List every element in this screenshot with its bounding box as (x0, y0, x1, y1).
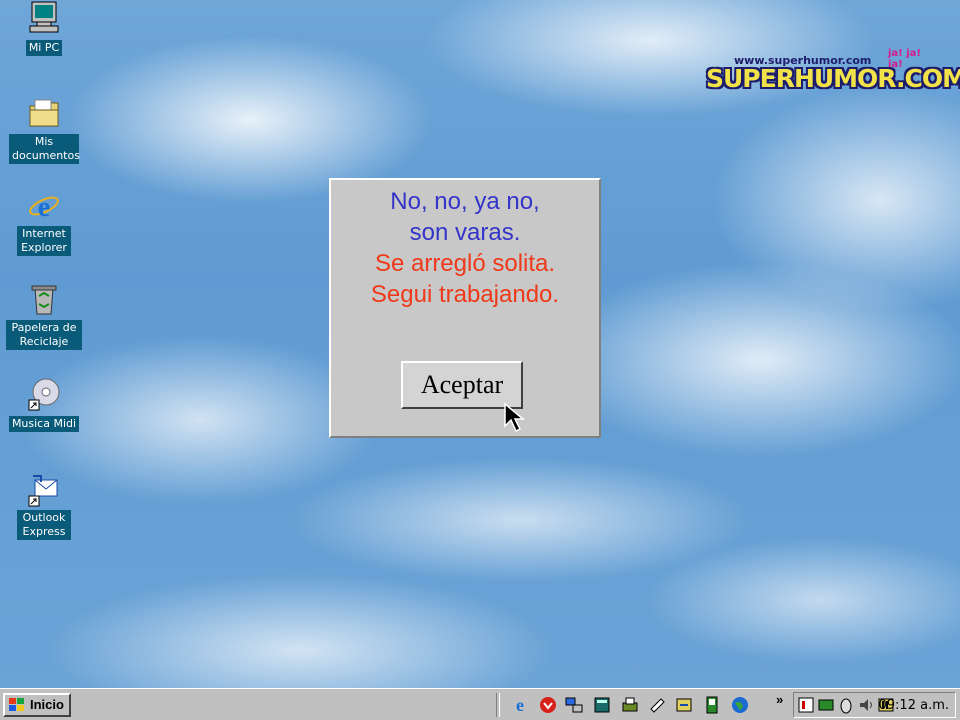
calculator-icon[interactable] (592, 695, 612, 715)
wizard-icon[interactable] (674, 695, 694, 715)
cd-shortcut-icon (28, 378, 60, 411)
network-icon[interactable] (564, 695, 584, 715)
globe-icon[interactable] (730, 695, 750, 715)
start-button[interactable]: Inicio (3, 693, 71, 717)
taskbar-overflow-chevron[interactable]: » (776, 692, 783, 707)
volume-icon[interactable] (857, 696, 875, 714)
outlook-icon[interactable] (538, 695, 558, 715)
desktop-icon-label: Outlook Express (17, 510, 71, 540)
desktop-icon-label: Papelera de Reciclaje (6, 320, 82, 350)
notepad-icon[interactable] (702, 695, 722, 715)
desktop-icon-label: Mis documentos (9, 134, 80, 164)
dialog-line-1: No, no, ya no, (390, 188, 540, 215)
taskbar-separator (496, 693, 500, 717)
taskbar: Inicio e » 09:12 a.m. (0, 688, 960, 720)
start-label: Inicio (30, 697, 64, 712)
taskbar-clock: 09:12 a.m. (878, 698, 950, 713)
paint-icon[interactable] (648, 695, 668, 715)
svg-text:e: e (516, 695, 524, 715)
dialog-message: No, no, ya no, son varas. Se arregló sol… (331, 186, 599, 310)
folder-icon (29, 99, 59, 127)
dialog-line-3: Se arregló solita. (374, 250, 556, 277)
network-tray-icon[interactable] (817, 696, 835, 714)
desktop-icon-musica-midi[interactable]: Musica Midi (4, 376, 84, 432)
mouse-icon[interactable] (837, 696, 855, 714)
message-dialog: No, no, ya no, son varas. Se arregló sol… (329, 178, 601, 438)
desktop: Mi PC Mis documentos e Internet Explorer… (0, 0, 960, 688)
superhumor-logo: www.superhumor.com ja! ja! ja! SUPERHUMO… (706, 48, 960, 94)
logo-brand: SUPERHUMOR.COM (706, 64, 960, 93)
computer-icon (29, 1, 59, 33)
dialog-line-4: Segui trabajando. (370, 281, 560, 308)
desktop-icon-mis-documentos[interactable]: Mis documentos (4, 96, 84, 164)
recycle-bin-icon (31, 285, 57, 315)
desktop-icon-internet-explorer[interactable]: e Internet Explorer (4, 188, 84, 256)
outlook-express-icon (28, 475, 58, 507)
printer-icon[interactable] (620, 695, 640, 715)
mixer-icon[interactable] (797, 696, 815, 714)
desktop-icon-label: Mi PC (25, 40, 63, 56)
desktop-icon-mi-pc[interactable]: Mi PC (4, 0, 84, 56)
mouse-cursor-icon (504, 402, 526, 433)
desktop-icon-label: Internet Explorer (17, 226, 71, 256)
svg-text:e: e (38, 192, 50, 223)
desktop-icon-outlook-express[interactable]: Outlook Express (4, 472, 84, 540)
desktop-icon-papelera[interactable]: Papelera de Reciclaje (4, 282, 84, 350)
system-tray: 09:12 a.m. (793, 692, 956, 718)
internet-explorer-icon: e (29, 192, 59, 223)
internet-explorer-icon[interactable]: e (510, 695, 530, 715)
windows-flag-icon (9, 698, 24, 711)
desktop-icon-label: Musica Midi (8, 416, 80, 432)
dialog-line-2: son varas. (409, 219, 521, 246)
